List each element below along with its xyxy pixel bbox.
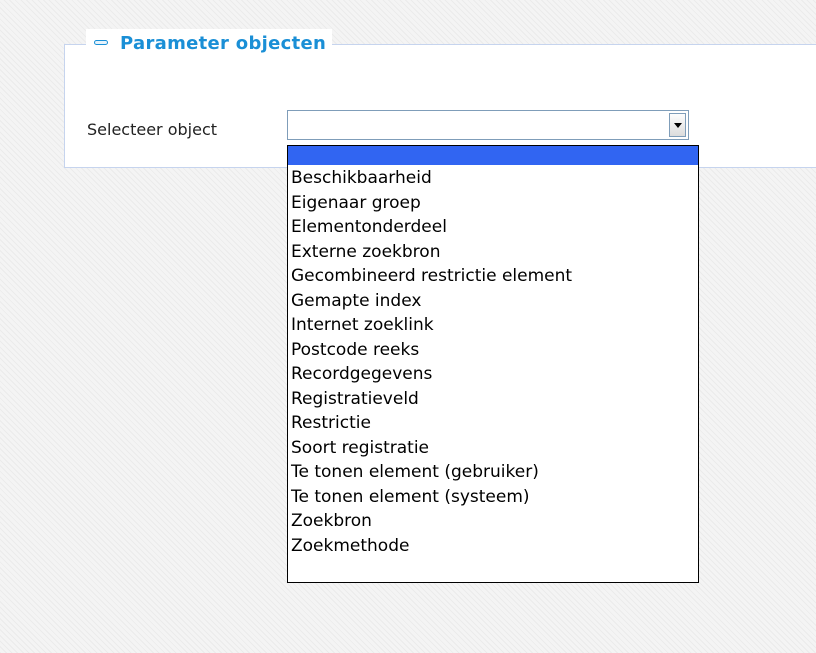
option-gemapte-index[interactable]: Gemapte index	[288, 289, 698, 314]
select-options-list[interactable]: Beschikbaarheid Eigenaar groep Elementon…	[287, 145, 699, 583]
panel-title: Parameter objecten	[120, 32, 327, 54]
option-gecombineerd-restrictie-element[interactable]: Gecombineerd restrictie element	[288, 264, 698, 289]
option-zoekbron[interactable]: Zoekbron	[288, 509, 698, 534]
option-recordgegevens[interactable]: Recordgegevens	[288, 362, 698, 387]
option-postcode-reeks[interactable]: Postcode reeks	[288, 338, 698, 363]
option-soort-registratie[interactable]: Soort registratie	[288, 436, 698, 461]
option-elementonderdeel[interactable]: Elementonderdeel	[288, 215, 698, 240]
option-internet-zoeklink[interactable]: Internet zoeklink	[288, 313, 698, 338]
option-te-tonen-element-systeem[interactable]: Te tonen element (systeem)	[288, 485, 698, 510]
option-eigenaar-groep[interactable]: Eigenaar groep	[288, 191, 698, 216]
option-empty[interactable]	[288, 146, 698, 165]
panel-legend[interactable]: Parameter objecten	[86, 29, 333, 57]
option-te-tonen-element-gebruiker[interactable]: Te tonen element (gebruiker)	[288, 460, 698, 485]
option-registratieveld[interactable]: Registratieveld	[288, 387, 698, 412]
option-externe-zoekbron[interactable]: Externe zoekbron	[288, 240, 698, 265]
option-restrictie[interactable]: Restrictie	[288, 411, 698, 436]
collapse-minus-icon[interactable]	[92, 38, 112, 48]
select-object-dropdown[interactable]	[287, 110, 689, 140]
option-zoekmethode[interactable]: Zoekmethode	[288, 534, 698, 559]
option-beschikbaarheid[interactable]: Beschikbaarheid	[288, 166, 698, 191]
chevron-down-icon[interactable]	[669, 113, 686, 137]
select-object-label: Selecteer object	[87, 120, 218, 139]
